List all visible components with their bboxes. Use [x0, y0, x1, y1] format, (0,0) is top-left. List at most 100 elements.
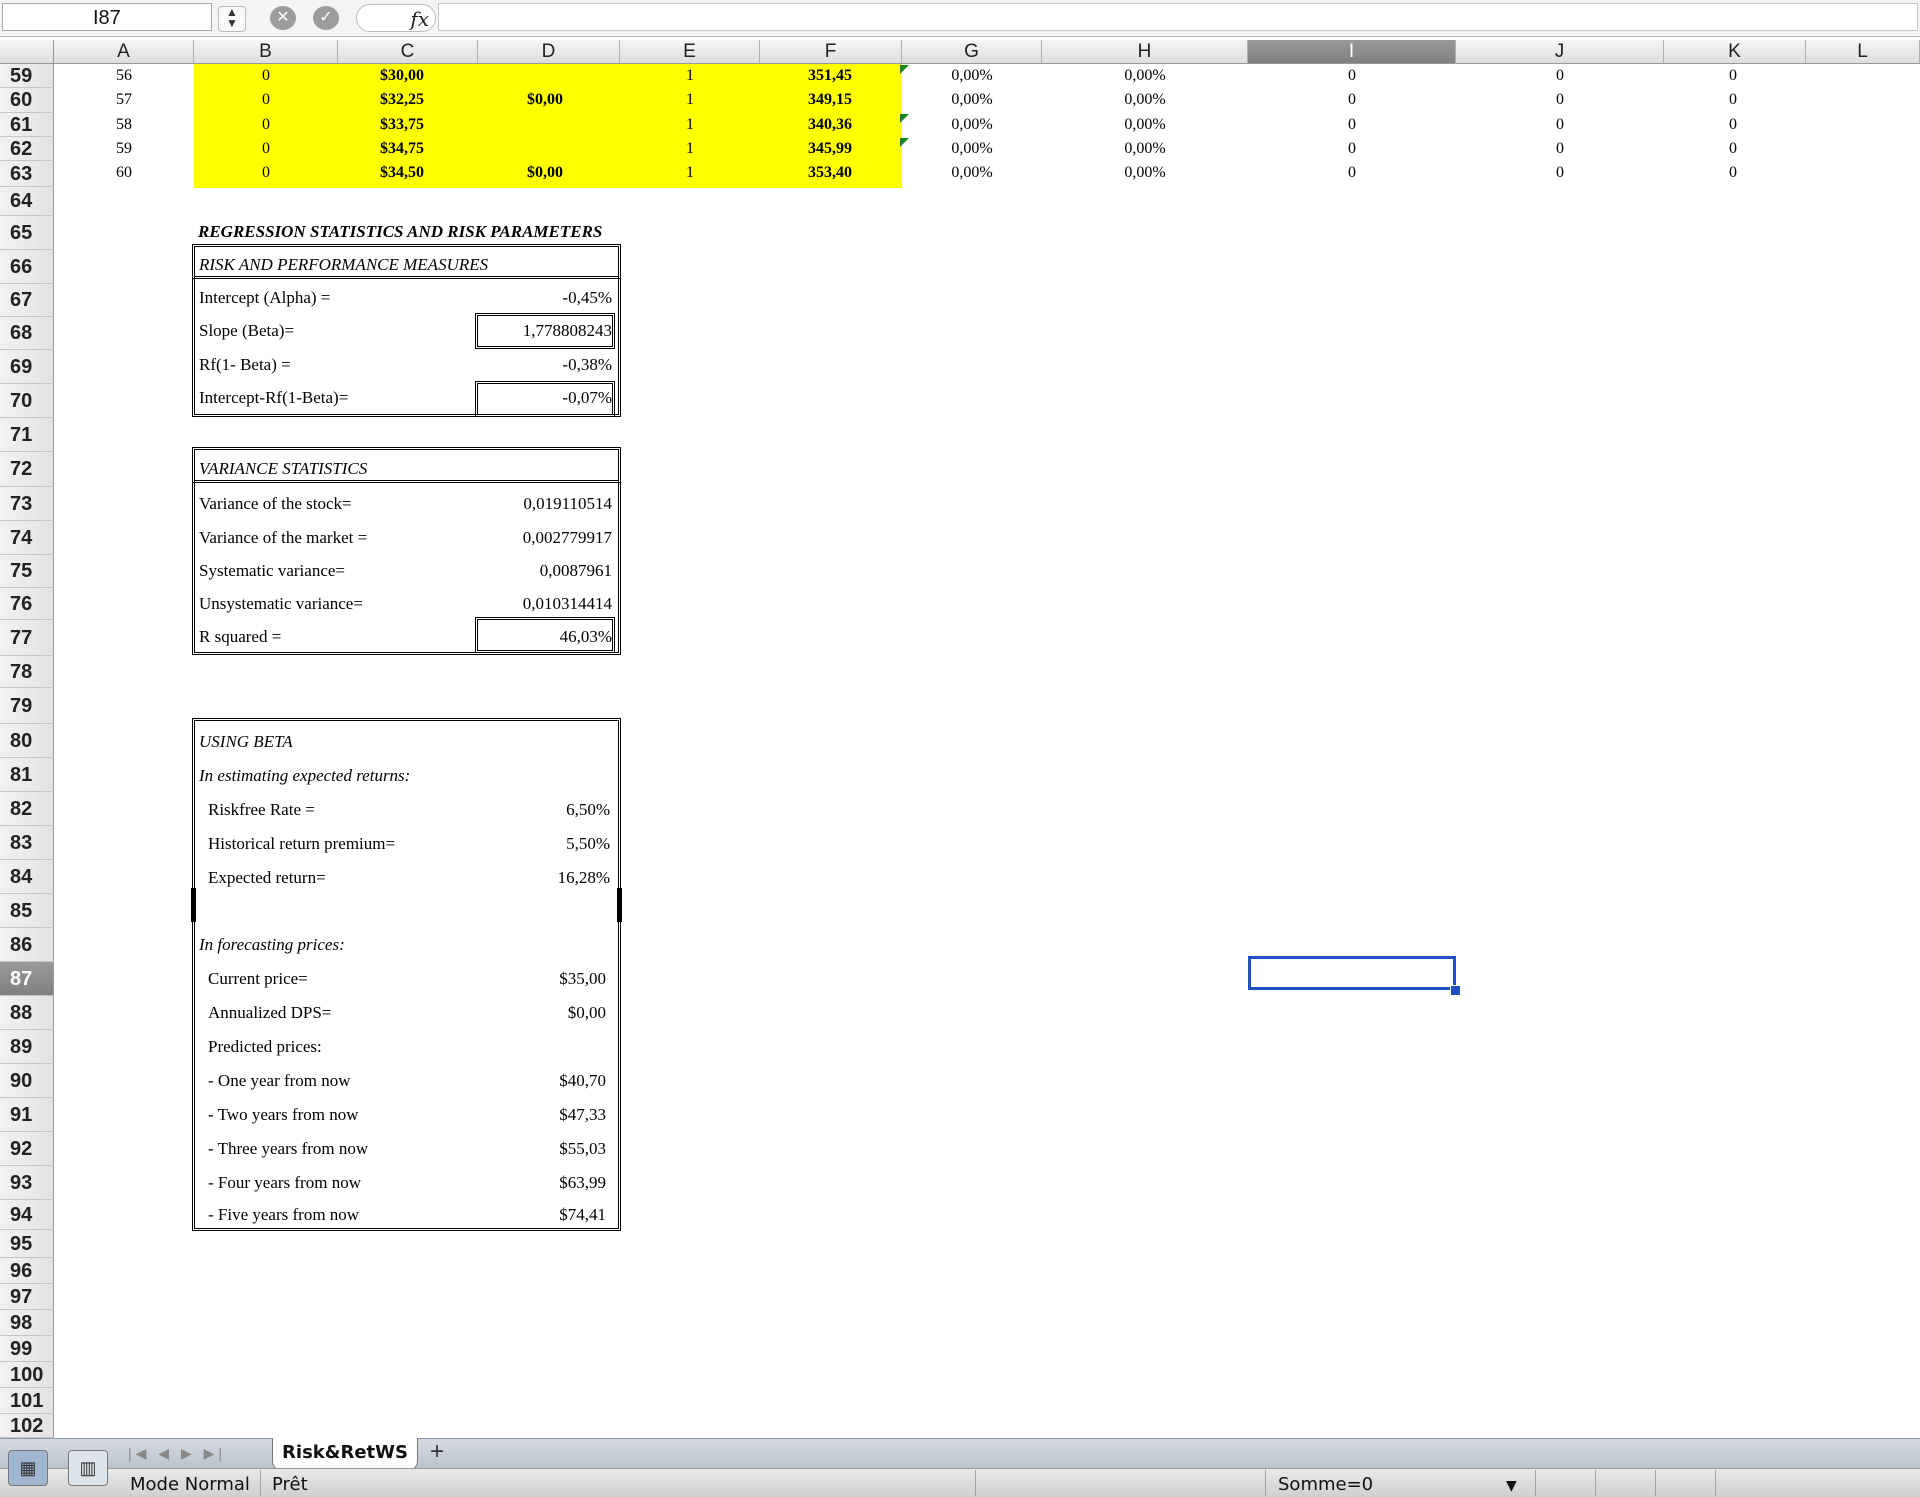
function-wizard-button[interactable]: fx	[356, 4, 436, 32]
row-header-71[interactable]: 71	[0, 418, 54, 452]
row-header-97[interactable]: 97	[0, 1284, 54, 1310]
price-label: - Five years from now	[208, 1205, 360, 1224]
cell-e-row63: 1	[686, 164, 694, 181]
add-sheet-button[interactable]: +	[420, 1440, 454, 1466]
r-squared-value-box	[475, 617, 615, 653]
risk-label: Slope (Beta)=	[199, 321, 295, 340]
cell-c-row59: $30,00	[380, 67, 424, 84]
cell-a-row62: 59	[116, 140, 132, 157]
row-header-61[interactable]: 61	[0, 113, 54, 137]
row-header-81[interactable]: 81	[0, 758, 54, 792]
column-header-d[interactable]: D	[478, 40, 620, 64]
column-header-h[interactable]: H	[1042, 40, 1248, 64]
column-header-b[interactable]: B	[194, 40, 338, 64]
row-header-98[interactable]: 98	[0, 1310, 54, 1336]
price-value: $63,99	[559, 1173, 606, 1192]
row-header-82[interactable]: 82	[0, 792, 54, 826]
row-header-84[interactable]: 84	[0, 860, 54, 894]
column-header-c[interactable]: C	[338, 40, 478, 64]
column-header-f[interactable]: F	[760, 40, 902, 64]
row-header-102[interactable]: 102	[0, 1414, 54, 1438]
fill-handle[interactable]	[1450, 985, 1461, 996]
row-header-59[interactable]: 59	[0, 64, 54, 88]
row-header-95[interactable]: 95	[0, 1230, 54, 1258]
row-header-93[interactable]: 93	[0, 1166, 54, 1200]
column-header-a[interactable]: A	[54, 40, 194, 64]
row-header-100[interactable]: 100	[0, 1362, 54, 1388]
row-header-64[interactable]: 64	[0, 187, 54, 216]
cell-k-row61: 0	[1729, 116, 1737, 133]
return-label: Historical return premium=	[208, 834, 396, 853]
cell-j-row62: 0	[1556, 140, 1564, 157]
row-header-85[interactable]: 85	[0, 894, 54, 928]
row-header-94[interactable]: 94	[0, 1200, 54, 1230]
row-header-75[interactable]: 75	[0, 555, 54, 588]
column-header-l[interactable]: L	[1806, 40, 1920, 64]
row-header-74[interactable]: 74	[0, 521, 54, 555]
row-header-88[interactable]: 88	[0, 996, 54, 1030]
row-header-83[interactable]: 83	[0, 826, 54, 860]
price-value: $40,70	[559, 1071, 606, 1090]
cell-h-row63: 0,00%	[1124, 164, 1166, 181]
row-header-99[interactable]: 99	[0, 1336, 54, 1362]
sheet-nav-arrows[interactable]: |◀ ◀ ▶ ▶|	[128, 1442, 246, 1464]
row-header-91[interactable]: 91	[0, 1098, 54, 1132]
row-header-66[interactable]: 66	[0, 250, 54, 284]
row-header-67[interactable]: 67	[0, 284, 54, 317]
column-header-k[interactable]: K	[1664, 40, 1806, 64]
row-header-87[interactable]: 87	[0, 962, 54, 996]
confirm-formula-icon[interactable]: ✓	[313, 6, 339, 30]
row-header-60[interactable]: 60	[0, 88, 54, 113]
selected-cell[interactable]	[1248, 956, 1456, 990]
cancel-formula-icon[interactable]: ✕	[270, 6, 296, 30]
row-header-72[interactable]: 72	[0, 452, 54, 487]
variance-label: Unsystematic variance=	[199, 594, 363, 613]
price-value: $0,00	[567, 1003, 606, 1022]
row-header-63[interactable]: 63	[0, 161, 54, 187]
row-header-90[interactable]: 90	[0, 1064, 54, 1098]
row-header-92[interactable]: 92	[0, 1132, 54, 1166]
row-header-79[interactable]: 79	[0, 688, 54, 724]
row-header-68[interactable]: 68	[0, 317, 54, 350]
normal-view-icon[interactable]: ▦	[8, 1450, 48, 1486]
row-header-101[interactable]: 101	[0, 1388, 54, 1414]
cell-k-row59: 0	[1729, 67, 1737, 84]
name-box[interactable]: I87	[2, 3, 212, 31]
column-header-i[interactable]: I	[1248, 40, 1456, 64]
row-header-69[interactable]: 69	[0, 350, 54, 384]
sheet-tab[interactable]: Risk&RetWS	[272, 1438, 418, 1471]
name-box-stepper[interactable]: ▲ ▼	[218, 6, 246, 32]
cell-j-row60: 0	[1556, 91, 1564, 108]
formula-input[interactable]	[438, 3, 1918, 31]
row-header-73[interactable]: 73	[0, 487, 54, 521]
row-header-76[interactable]: 76	[0, 588, 54, 620]
cell-a-row63: 60	[116, 164, 132, 181]
row-header-70[interactable]: 70	[0, 384, 54, 418]
row-header-86[interactable]: 86	[0, 928, 54, 962]
select-all-corner[interactable]	[0, 40, 54, 64]
variance-value: 0,0087961	[539, 561, 612, 580]
row-header-65[interactable]: 65	[0, 216, 54, 250]
sum-dropdown-icon[interactable]: ▼	[1506, 1478, 1517, 1494]
variance-label: R squared =	[199, 627, 282, 646]
view-mode-status: Mode Normal	[130, 1474, 250, 1495]
row-header-89[interactable]: 89	[0, 1030, 54, 1064]
row-header-77[interactable]: 77	[0, 620, 54, 656]
cell-g-row61: 0,00%	[951, 116, 993, 133]
row-header-78[interactable]: 78	[0, 656, 54, 688]
row-header-96[interactable]: 96	[0, 1258, 54, 1284]
cell-h-row61: 0,00%	[1124, 116, 1166, 133]
page-layout-view-icon[interactable]: ▥	[68, 1450, 108, 1486]
variance-label: Variance of the market =	[199, 528, 368, 547]
cell-f-row59: 351,45	[808, 67, 852, 84]
row-header-62[interactable]: 62	[0, 137, 54, 161]
cell-i-row59: 0	[1348, 67, 1356, 84]
returns-subtitle: In estimating expected returns:	[199, 766, 411, 785]
price-label: - Four years from now	[208, 1173, 361, 1192]
cell-a-row60: 57	[116, 91, 132, 108]
column-header-j[interactable]: J	[1456, 40, 1664, 64]
note-indicator-icon	[900, 114, 909, 123]
row-header-80[interactable]: 80	[0, 724, 54, 758]
column-header-e[interactable]: E	[620, 40, 760, 64]
column-header-g[interactable]: G	[902, 40, 1042, 64]
